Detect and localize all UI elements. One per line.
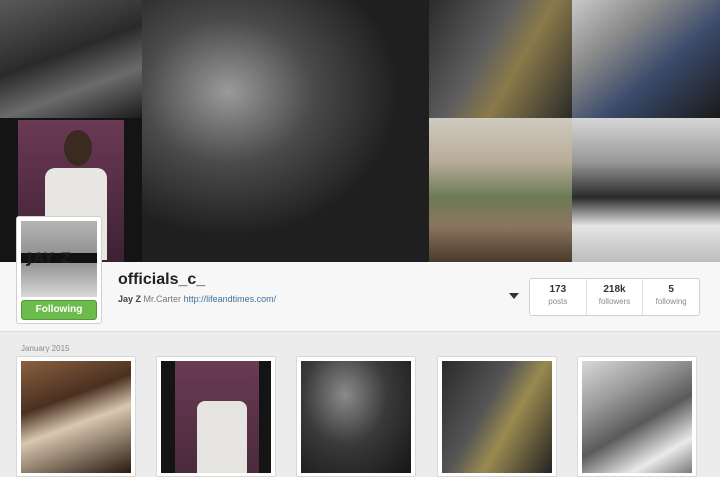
chevron-down-icon[interactable] <box>509 293 519 299</box>
photo-card[interactable] <box>156 356 276 477</box>
photo-card[interactable] <box>16 356 136 477</box>
feed-section-label: January 2015 <box>21 344 70 353</box>
avatar[interactable]: JAY Z <box>21 221 97 297</box>
photo-thumbnail <box>161 361 271 473</box>
avatar-logo-text: JAY Z <box>27 251 72 267</box>
profile-full-name: Jay Z <box>118 294 142 304</box>
photo-thumbnail <box>21 361 131 473</box>
profile-website-link[interactable]: http://lifeandtimes.com/ <box>184 294 277 304</box>
cover-photo[interactable] <box>0 0 142 118</box>
photo-figure-head <box>64 130 92 166</box>
profile-stats: 173 posts 218k followers 5 following <box>529 278 700 316</box>
profile-header: officials_c_ Jay Z Mr.Carter http://life… <box>0 262 720 332</box>
cover-photo[interactable] <box>429 118 572 262</box>
cover-photo-mosaic <box>0 0 720 262</box>
photo-thumbnail <box>442 361 552 473</box>
cover-photo[interactable] <box>142 0 429 262</box>
profile-bio: Jay Z Mr.Carter http://lifeandtimes.com/ <box>118 294 276 304</box>
profile-username: officials_c_ <box>118 271 206 288</box>
stat-followers[interactable]: 218k followers <box>587 279 644 315</box>
stat-label: followers <box>598 297 631 306</box>
stat-value: 218k <box>603 284 626 295</box>
photo-thumbnail <box>301 361 411 473</box>
profile-bio-text: Mr.Carter <box>143 294 182 304</box>
cover-photo[interactable] <box>429 0 572 118</box>
photo-card[interactable] <box>437 356 557 477</box>
stat-label: posts <box>548 297 568 306</box>
photo-figure <box>197 401 247 473</box>
stat-value: 173 <box>549 284 567 295</box>
photo-card[interactable] <box>577 356 697 477</box>
avatar-card: JAY Z Following <box>16 216 102 324</box>
cover-photo[interactable] <box>572 0 720 118</box>
photo-thumbnail <box>582 361 692 473</box>
instagram-profile-page: officials_c_ Jay Z Mr.Carter http://life… <box>0 0 720 477</box>
following-button[interactable]: Following <box>21 300 97 320</box>
cover-photo[interactable] <box>572 118 720 262</box>
stat-value: 5 <box>668 284 674 295</box>
stat-following[interactable]: 5 following <box>643 279 699 315</box>
stat-posts[interactable]: 173 posts <box>530 279 587 315</box>
photo-card[interactable] <box>296 356 416 477</box>
stat-label: following <box>655 297 687 306</box>
